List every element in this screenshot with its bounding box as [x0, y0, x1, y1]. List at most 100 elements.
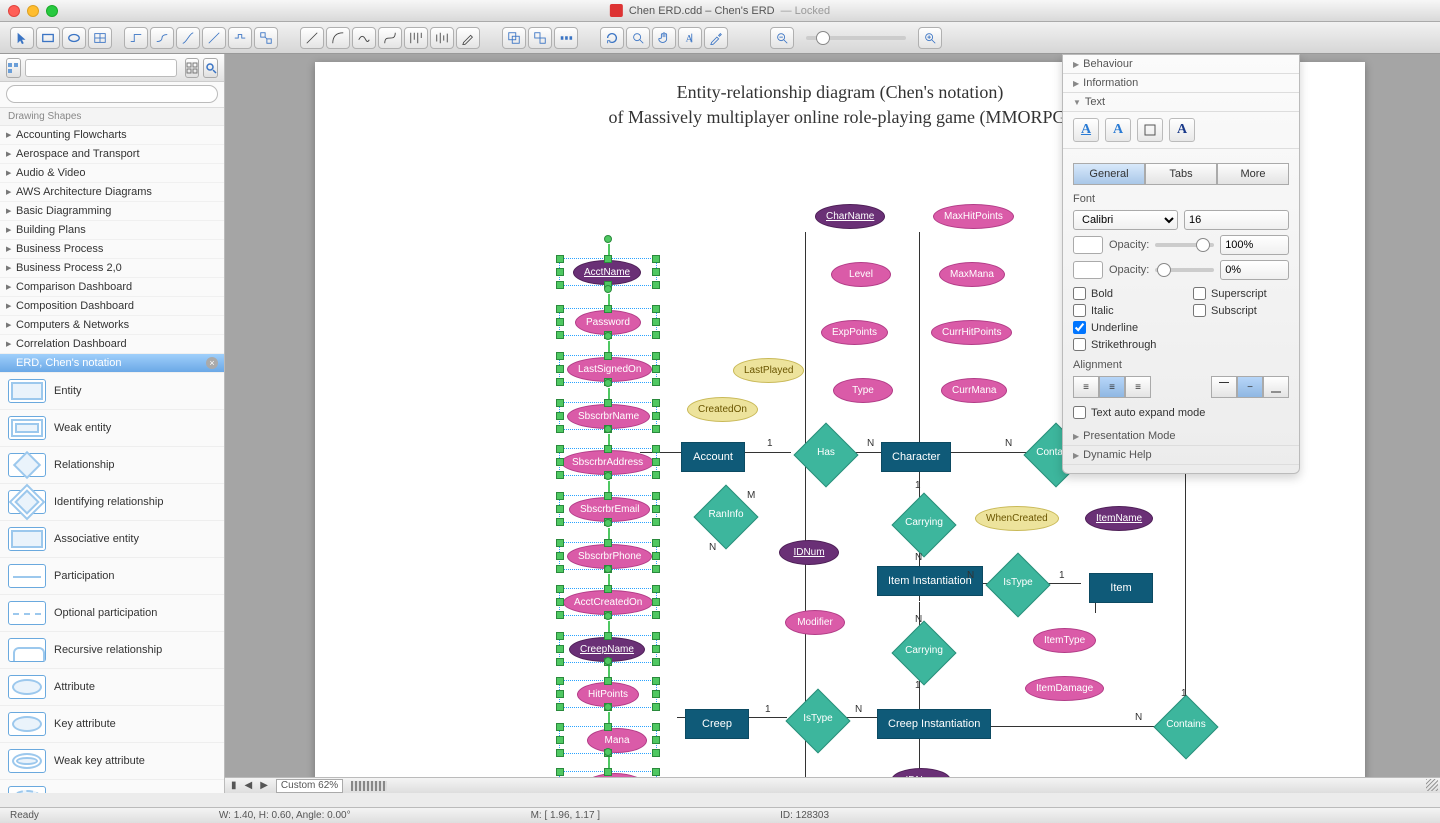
stencil-weak-entity[interactable]: Weak entity: [0, 410, 224, 447]
bezier-tool[interactable]: [378, 27, 402, 49]
valign-top-button[interactable]: ⎺: [1211, 376, 1237, 398]
connector-tool-6[interactable]: [254, 27, 278, 49]
entity-character[interactable]: Character: [881, 442, 951, 472]
rel-contains2[interactable]: Contains: [1153, 712, 1219, 742]
sidebar-item-active[interactable]: ERD, Chen's notation ×: [0, 354, 224, 373]
font-select[interactable]: Calibri: [1073, 210, 1178, 230]
align-right-button[interactable]: ≡: [1125, 376, 1151, 398]
zoom-in-button[interactable]: [918, 27, 942, 49]
valign-middle-button[interactable]: −: [1237, 376, 1263, 398]
text-tool[interactable]: A: [678, 27, 702, 49]
shape-search-input[interactable]: [6, 85, 218, 103]
sidebar-item[interactable]: Business Process: [0, 240, 224, 259]
attr-type[interactable]: Type: [833, 378, 893, 403]
sidebar-item[interactable]: Basic Diagramming: [0, 202, 224, 221]
distribute-tool[interactable]: [554, 27, 578, 49]
resize-grip-icon[interactable]: [1426, 779, 1438, 791]
connector-tool-1[interactable]: [124, 27, 148, 49]
check-underline[interactable]: Underline: [1073, 319, 1169, 336]
close-library-icon[interactable]: ×: [206, 357, 218, 369]
connector-tool-2[interactable]: [150, 27, 174, 49]
sidebar-item[interactable]: AWS Architecture Diagrams: [0, 183, 224, 202]
close-icon[interactable]: [8, 5, 20, 17]
rel-istype2[interactable]: IsType: [785, 706, 851, 736]
check-bold[interactable]: Bold: [1073, 285, 1169, 302]
sidebar-item[interactable]: Audio & Video: [0, 164, 224, 183]
library-filter-input[interactable]: [25, 59, 177, 77]
ungroup-tool[interactable]: [528, 27, 552, 49]
rect-tool[interactable]: [36, 27, 60, 49]
stencil-derived-attribute[interactable]: Derived attribute: [0, 780, 224, 793]
stencil-recursive-relationship[interactable]: Recursive relationship: [0, 632, 224, 669]
stencil-associative-entity[interactable]: Associative entity: [0, 521, 224, 558]
minimize-icon[interactable]: [27, 5, 39, 17]
rel-has[interactable]: Has: [793, 440, 859, 470]
attr-charname[interactable]: CharName: [815, 204, 885, 229]
stencil-relationship[interactable]: Relationship: [0, 447, 224, 484]
check-strikethrough[interactable]: Strikethrough: [1073, 336, 1169, 353]
inspector-section-presentation[interactable]: Presentation Mode: [1063, 427, 1299, 446]
zoom-fit-tool[interactable]: [626, 27, 650, 49]
entity-creep[interactable]: Creep: [685, 709, 749, 739]
library-tree-button[interactable]: [6, 58, 21, 78]
group-tool[interactable]: [502, 27, 526, 49]
tab-more[interactable]: More: [1217, 163, 1289, 185]
ellipse-tool[interactable]: [62, 27, 86, 49]
sidebar-item[interactable]: Correlation Dashboard: [0, 335, 224, 354]
connector-tool-5[interactable]: [228, 27, 252, 49]
stencil-key-attribute[interactable]: Key attribute: [0, 706, 224, 743]
attr-whencreated[interactable]: WhenCreated: [975, 506, 1059, 531]
bg-color-swatch[interactable]: [1073, 261, 1103, 279]
stencil-optional-participation[interactable]: Optional participation: [0, 595, 224, 632]
inspector-section-help[interactable]: Dynamic Help: [1063, 446, 1299, 465]
inspector-section-information[interactable]: Information: [1063, 74, 1299, 93]
rel-istype[interactable]: IsType: [985, 570, 1051, 600]
pencil-tool[interactable]: [456, 27, 480, 49]
zoom-select[interactable]: Custom 62%: [276, 779, 343, 793]
table-tool[interactable]: [88, 27, 112, 49]
connector-tool-3[interactable]: [176, 27, 200, 49]
opacity-slider-2[interactable]: [1155, 268, 1214, 272]
align-left-button[interactable]: ≡: [1073, 376, 1099, 398]
tab-general[interactable]: General: [1073, 163, 1145, 185]
text-color-swatch[interactable]: [1073, 236, 1103, 254]
arc-tool[interactable]: [326, 27, 350, 49]
align-mid-tool[interactable]: [430, 27, 454, 49]
opacity-value-1[interactable]: [1220, 235, 1289, 255]
attr-lastplayed[interactable]: LastPlayed: [733, 358, 804, 383]
attr-itemtype[interactable]: ItemType: [1033, 628, 1096, 653]
check-auto-expand[interactable]: Text auto expand mode: [1073, 404, 1289, 421]
stencil-participation[interactable]: Participation: [0, 558, 224, 595]
tab-tabs[interactable]: Tabs: [1145, 163, 1217, 185]
zoom-out-button[interactable]: [770, 27, 794, 49]
zoom-slider[interactable]: [806, 36, 906, 40]
text-box-icon[interactable]: [1137, 118, 1163, 142]
stencil-attribute[interactable]: Attribute: [0, 669, 224, 706]
stencil-weak-key-attribute[interactable]: Weak key attribute: [0, 743, 224, 780]
text-font-icon[interactable]: A: [1169, 118, 1195, 142]
refresh-tool[interactable]: [600, 27, 624, 49]
stencil-identifying-relationship[interactable]: Identifying relationship: [0, 484, 224, 521]
align-center-button[interactable]: ≡: [1099, 376, 1125, 398]
attr-level[interactable]: Level: [831, 262, 891, 287]
check-italic[interactable]: Italic: [1073, 302, 1169, 319]
pointer-tool[interactable]: [10, 27, 34, 49]
attr-modifier[interactable]: Modifier: [785, 610, 845, 635]
zoom-icon[interactable]: [46, 5, 58, 17]
grid-view-button[interactable]: [185, 58, 200, 78]
inspector-section-text[interactable]: Text: [1063, 93, 1299, 112]
sidebar-item[interactable]: Comparison Dashboard: [0, 278, 224, 297]
pan-tool[interactable]: [652, 27, 676, 49]
align-top-tool[interactable]: [404, 27, 428, 49]
canvas-area[interactable]: Entity-relationship diagram (Chen's nota…: [225, 54, 1440, 793]
sidebar-item[interactable]: Accounting Flowcharts: [0, 126, 224, 145]
text-fill-icon[interactable]: A: [1073, 118, 1099, 142]
connector-tool-4[interactable]: [202, 27, 226, 49]
attr-currhitpoints[interactable]: CurrHitPoints: [931, 320, 1012, 345]
selection-handles[interactable]: [559, 258, 657, 286]
rel-raninfo[interactable]: RanInfo: [693, 502, 759, 532]
sidebar-item[interactable]: Aerospace and Transport: [0, 145, 224, 164]
attr-createdon[interactable]: CreatedOn: [687, 397, 758, 422]
opacity-slider-1[interactable]: [1155, 243, 1214, 247]
entity-account[interactable]: Account: [681, 442, 745, 472]
